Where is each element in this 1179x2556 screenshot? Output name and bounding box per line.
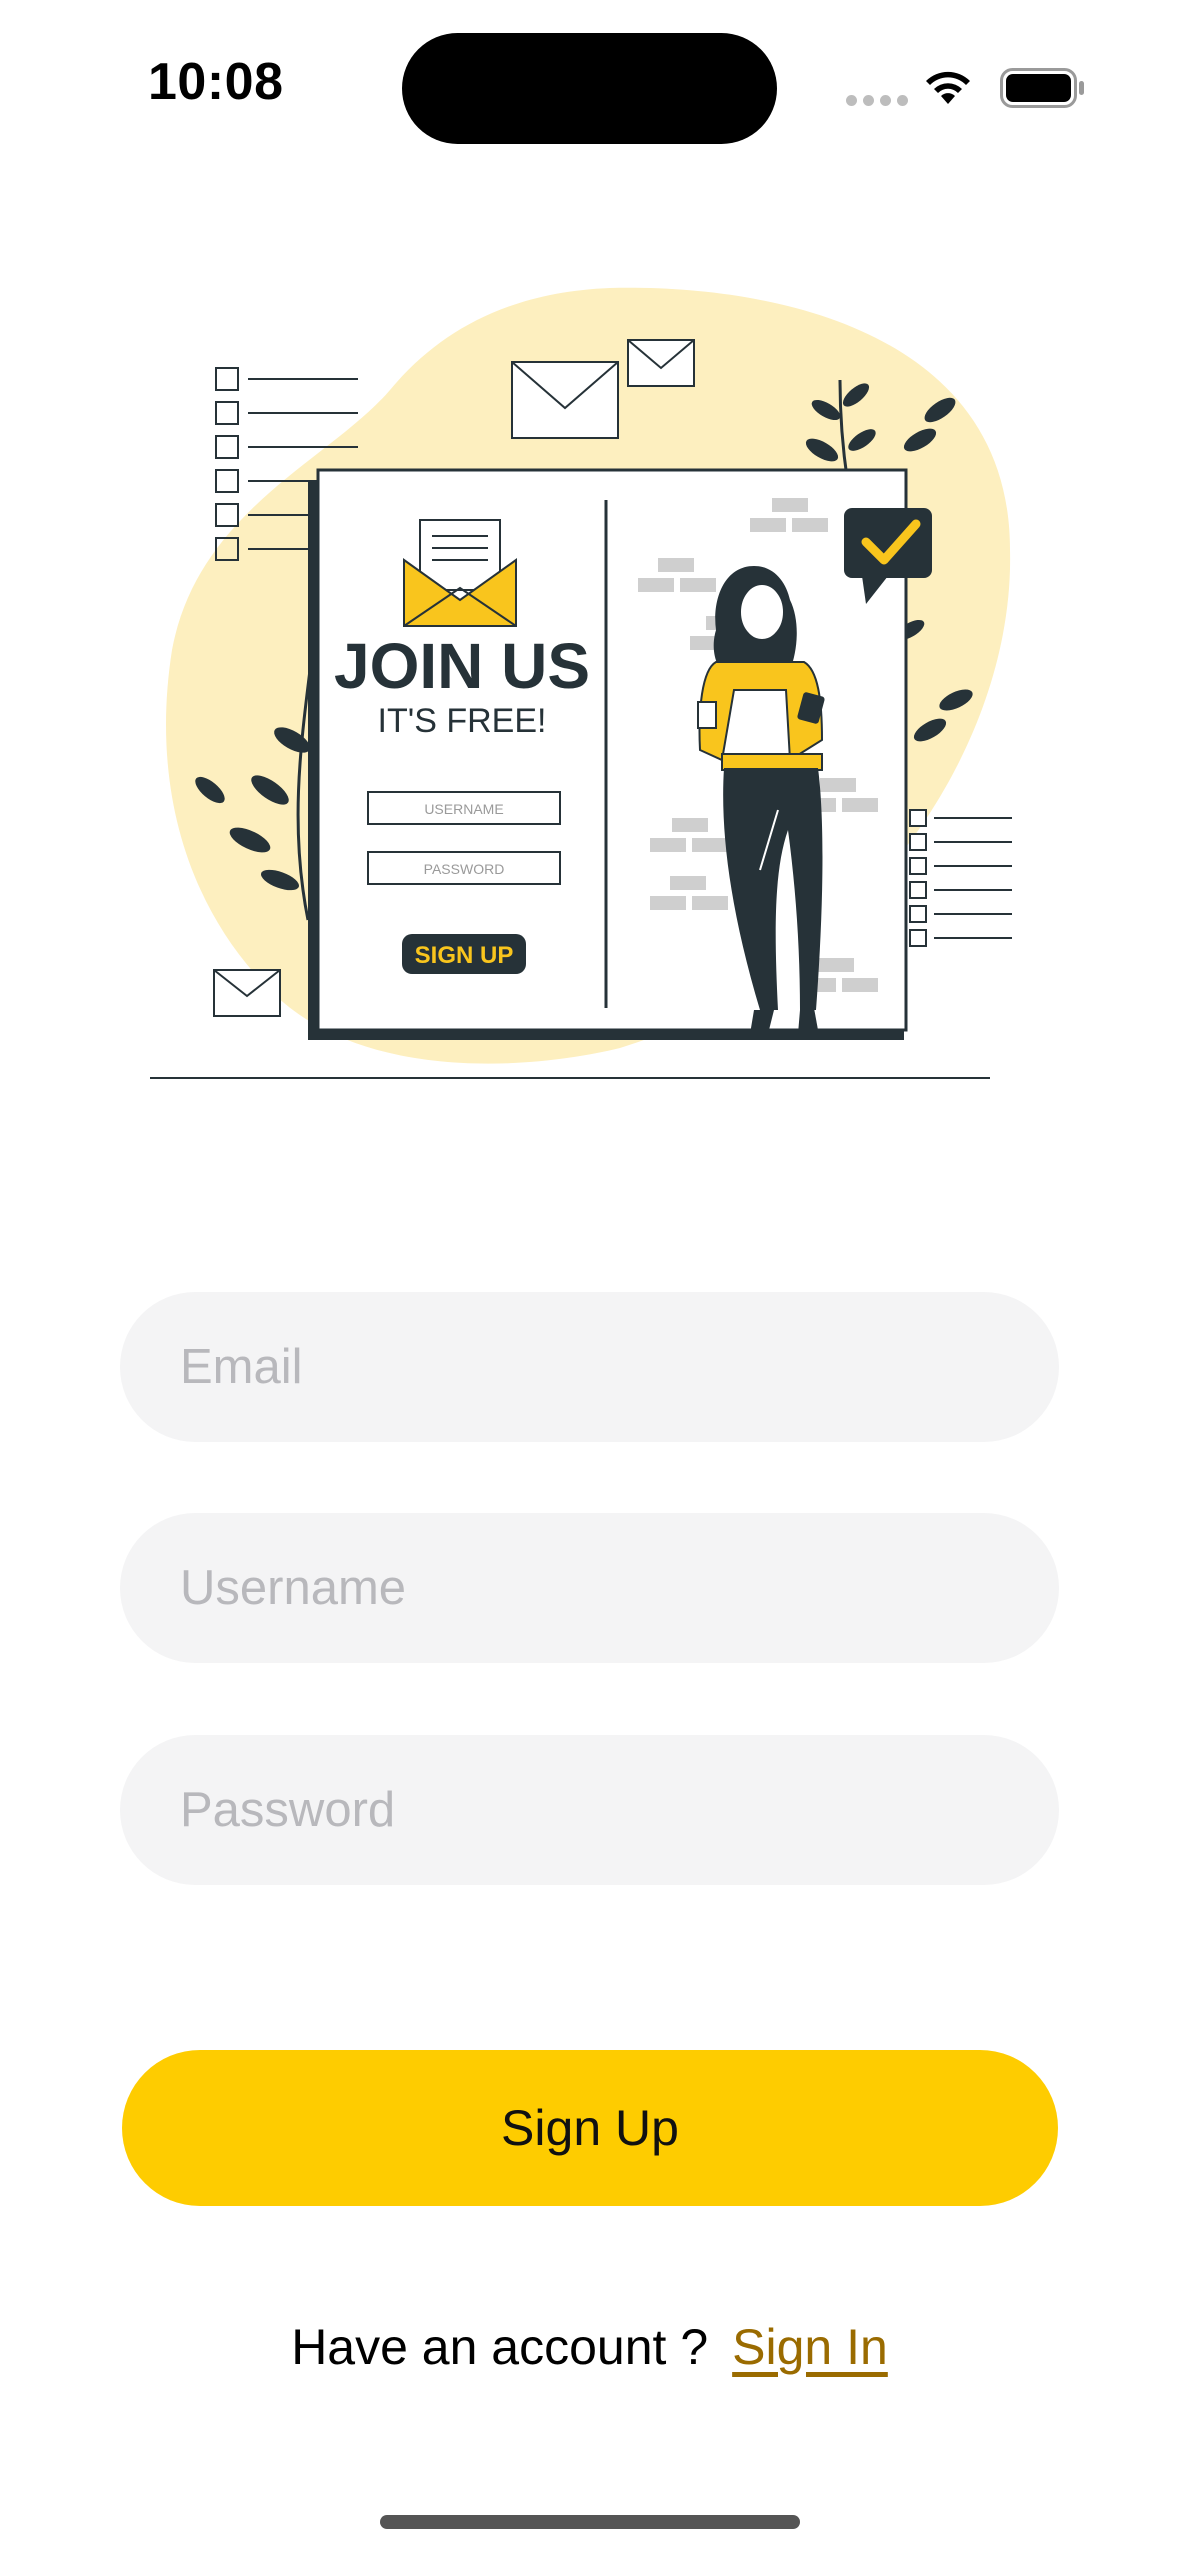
status-time: 10:08 (148, 53, 284, 111)
mail-letter-icon (403, 519, 517, 627)
illustration-signup-label: SIGN UP (415, 942, 514, 969)
illustration-username-label: USERNAME (424, 801, 503, 817)
dynamic-island (402, 33, 777, 144)
wifi-icon (926, 71, 970, 104)
email-field[interactable] (120, 1292, 1059, 1442)
have-account-text: Have an account ? (291, 2319, 709, 2375)
home-indicator[interactable] (380, 2515, 800, 2529)
signup-illustration: JOIN US IT'S FREE! USERNAME PASSWORD SIG… (150, 287, 1012, 1079)
checklist-right-icon (909, 809, 1012, 947)
cellular-signal-icon (846, 95, 908, 106)
illustration-headline: JOIN US (334, 630, 590, 702)
password-field[interactable] (120, 1735, 1059, 1885)
envelope-small-icon (213, 969, 281, 1017)
sign-in-prompt: Have an account ? Sign In (0, 2318, 1179, 2376)
status-bar: 10:08 (0, 0, 1179, 150)
sign-in-link[interactable]: Sign In (732, 2319, 888, 2375)
username-field[interactable] (120, 1513, 1059, 1663)
battery-icon (1000, 68, 1084, 108)
sign-up-button[interactable]: Sign Up (122, 2050, 1058, 2206)
illustration-password-label: PASSWORD (424, 861, 505, 877)
illustration-subline: IT'S FREE! (378, 702, 547, 740)
